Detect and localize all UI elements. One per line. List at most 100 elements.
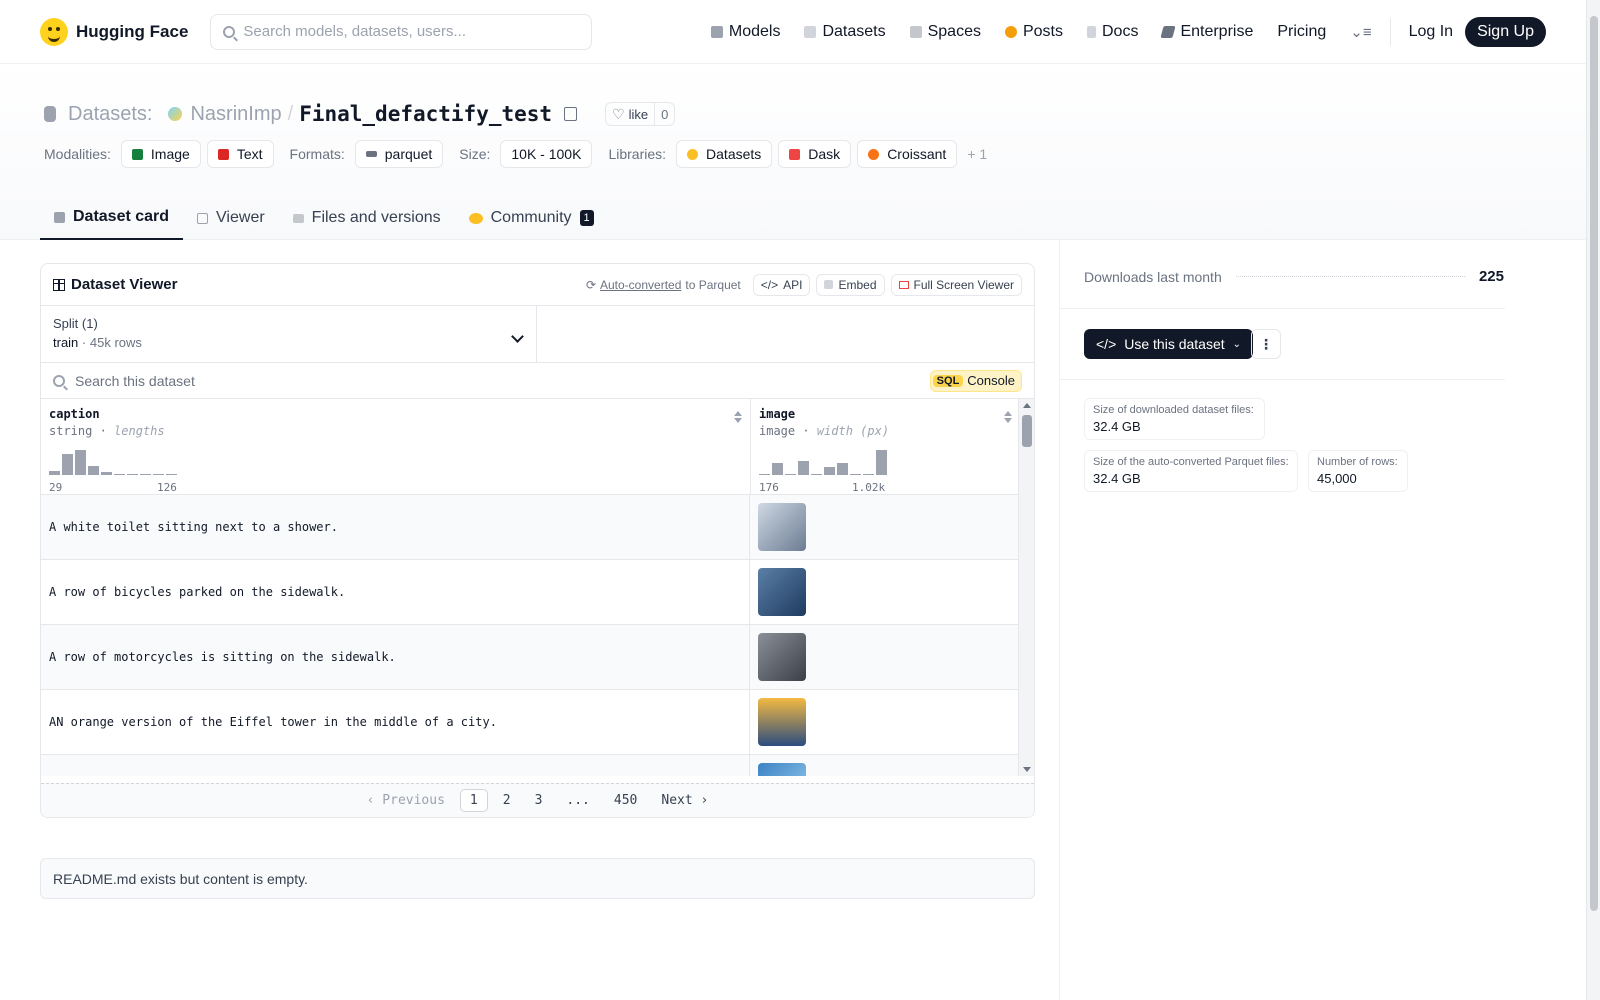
histogram-bar[interactable] bbox=[127, 474, 138, 475]
tag-library-croissant[interactable]: Croissant bbox=[857, 140, 958, 168]
full-screen-viewer-button[interactable]: Full Screen Viewer bbox=[890, 273, 1022, 296]
page-scrollbar[interactable] bbox=[1586, 0, 1600, 1000]
nav-docs[interactable]: Docs bbox=[1075, 23, 1150, 41]
croissant-icon bbox=[868, 148, 880, 160]
page-scrollbar-thumb[interactable] bbox=[1590, 16, 1598, 911]
more-libraries-link[interactable]: + 1 bbox=[967, 146, 987, 162]
histogram-bar[interactable] bbox=[114, 474, 125, 475]
sort-icon[interactable] bbox=[1004, 411, 1012, 423]
scrollbar-thumb[interactable] bbox=[1022, 415, 1032, 447]
login-link[interactable]: Log In bbox=[1397, 23, 1465, 41]
nav-enterprise[interactable]: Enterprise bbox=[1150, 23, 1265, 41]
path-separator: / bbox=[287, 102, 294, 125]
tag-format-parquet[interactable]: parquet bbox=[354, 140, 444, 168]
scroll-down-icon[interactable] bbox=[1023, 767, 1031, 772]
tag-modality-image[interactable]: Image bbox=[120, 140, 201, 168]
table-icon bbox=[197, 212, 209, 224]
sql-console-button[interactable]: SQL Console bbox=[929, 369, 1022, 392]
histogram-bar[interactable] bbox=[166, 474, 177, 475]
nav-posts[interactable]: Posts bbox=[993, 23, 1075, 41]
page-1-button[interactable]: 1 bbox=[459, 789, 488, 812]
table-scrollbar[interactable] bbox=[1018, 399, 1034, 776]
table-row[interactable]: AN orange version of the Eiffel tower in… bbox=[41, 690, 1020, 755]
tab-dataset-card[interactable]: Dataset card bbox=[40, 196, 184, 240]
histogram-bar[interactable] bbox=[785, 474, 796, 475]
tag-library-dask[interactable]: Dask bbox=[778, 140, 852, 168]
table-row[interactable]: A row of bicycles parked on the sidewalk… bbox=[41, 560, 1020, 625]
histogram-bar[interactable] bbox=[153, 474, 164, 475]
global-search-input[interactable]: Search models, datasets, users... bbox=[210, 13, 593, 50]
column-header-image[interactable]: image image · width (px) 176 1.02k bbox=[751, 399, 1020, 495]
histogram-bar[interactable] bbox=[49, 471, 60, 475]
nav-menu-button[interactable]: ⌄≡ bbox=[1338, 23, 1383, 41]
histogram-bar[interactable] bbox=[850, 474, 861, 475]
histogram-bar[interactable] bbox=[62, 454, 73, 475]
histogram-bar[interactable] bbox=[811, 474, 822, 475]
use-this-dataset-button[interactable]: </> Use this dataset ⌄ bbox=[1084, 329, 1254, 359]
image-thumbnail[interactable] bbox=[758, 763, 806, 776]
split-select[interactable]: Split (1) train · 45k rows bbox=[41, 306, 537, 362]
page-3-button[interactable]: 3 bbox=[526, 790, 552, 811]
tab-files-and-versions[interactable]: Files and versions bbox=[279, 196, 455, 240]
auto-converted-link[interactable]: Auto-converted bbox=[600, 278, 681, 292]
hist-min-image: 176 bbox=[759, 481, 779, 494]
tab-viewer[interactable]: Viewer bbox=[183, 196, 279, 240]
stat-num-rows: Number of rows: 45,000 bbox=[1308, 450, 1408, 492]
tag-library-datasets[interactable]: Datasets bbox=[676, 140, 773, 168]
histogram-bar[interactable] bbox=[876, 450, 887, 475]
use-this-dataset-label: Use this dataset bbox=[1124, 336, 1225, 352]
histogram-bar[interactable] bbox=[759, 474, 770, 475]
histogram-bar[interactable] bbox=[772, 463, 783, 475]
column-header-caption[interactable]: caption string · lengths 29 126 bbox=[41, 399, 751, 495]
nav-models[interactable]: Models bbox=[699, 23, 793, 41]
more-options-button[interactable]: ⋮ bbox=[1251, 329, 1281, 359]
caption-cell[interactable]: A white toilet sitting next to a shower. bbox=[41, 495, 750, 559]
nav-pricing[interactable]: Pricing bbox=[1265, 23, 1338, 41]
api-button[interactable]: </> API bbox=[752, 273, 811, 296]
histogram-bar[interactable] bbox=[75, 450, 86, 475]
nav-datasets[interactable]: Datasets bbox=[792, 23, 897, 41]
histogram-bar[interactable] bbox=[863, 474, 874, 475]
histogram-bar[interactable] bbox=[88, 466, 99, 475]
caption-cell[interactable]: A row of motorcycles is sitting on the s… bbox=[41, 625, 750, 689]
libraries-label: Libraries: bbox=[608, 146, 667, 162]
dataset-search-input[interactable]: Search this dataset bbox=[75, 373, 920, 389]
next-page-button[interactable]: Next › bbox=[652, 790, 717, 811]
caption-cell[interactable]: AN orange version of the Eiffel tower in… bbox=[41, 690, 750, 754]
refresh-icon: ⟳ bbox=[585, 277, 596, 292]
brand-link[interactable]: Hugging Face bbox=[40, 17, 188, 46]
caption-cell[interactable]: A row of bicycles parked on the sidewalk… bbox=[41, 560, 750, 624]
global-search-placeholder: Search models, datasets, users... bbox=[243, 23, 467, 40]
histogram-bar[interactable] bbox=[140, 474, 151, 475]
page-2-button[interactable]: 2 bbox=[494, 790, 520, 811]
page-450-button[interactable]: 450 bbox=[605, 790, 646, 811]
image-thumbnail[interactable] bbox=[758, 503, 806, 551]
table-row[interactable]: A row of motorcycles is sitting on the s… bbox=[41, 625, 1020, 690]
table-row[interactable]: A white toilet sitting next to a shower. bbox=[41, 495, 1020, 560]
image-thumbnail[interactable] bbox=[758, 633, 806, 681]
image-thumbnail[interactable] bbox=[758, 568, 806, 616]
histogram-bar[interactable] bbox=[824, 467, 835, 475]
histogram-bar[interactable] bbox=[101, 472, 112, 475]
nav-spaces[interactable]: Spaces bbox=[898, 23, 993, 41]
owner-link[interactable]: NasrinImp bbox=[190, 103, 281, 126]
table-row[interactable] bbox=[41, 755, 1020, 776]
dataset-name-link[interactable]: Final_defactify_test bbox=[299, 102, 552, 126]
tag-size[interactable]: 10K - 100K bbox=[500, 140, 593, 168]
like-button[interactable]: ♡ like 0 bbox=[605, 102, 676, 126]
scroll-up-icon[interactable] bbox=[1023, 403, 1031, 408]
column-stat-image: width (px) bbox=[816, 424, 890, 438]
image-thumbnail[interactable] bbox=[758, 698, 806, 746]
previous-page-button[interactable]: ‹ Previous bbox=[358, 790, 454, 811]
copy-icon[interactable] bbox=[564, 107, 578, 121]
tab-community[interactable]: Community 1 bbox=[455, 196, 608, 240]
sort-icon[interactable] bbox=[734, 411, 742, 423]
stat-num-rows-label: Number of rows: bbox=[1317, 456, 1398, 468]
embed-button[interactable]: Embed bbox=[816, 273, 885, 296]
tag-modality-text[interactable]: Text bbox=[206, 140, 274, 168]
signup-button[interactable]: Sign Up bbox=[1465, 16, 1546, 47]
caption-cell[interactable] bbox=[41, 755, 750, 776]
tag-text-label: Text bbox=[236, 146, 263, 162]
histogram-bar[interactable] bbox=[837, 463, 848, 475]
histogram-bar[interactable] bbox=[798, 461, 809, 475]
